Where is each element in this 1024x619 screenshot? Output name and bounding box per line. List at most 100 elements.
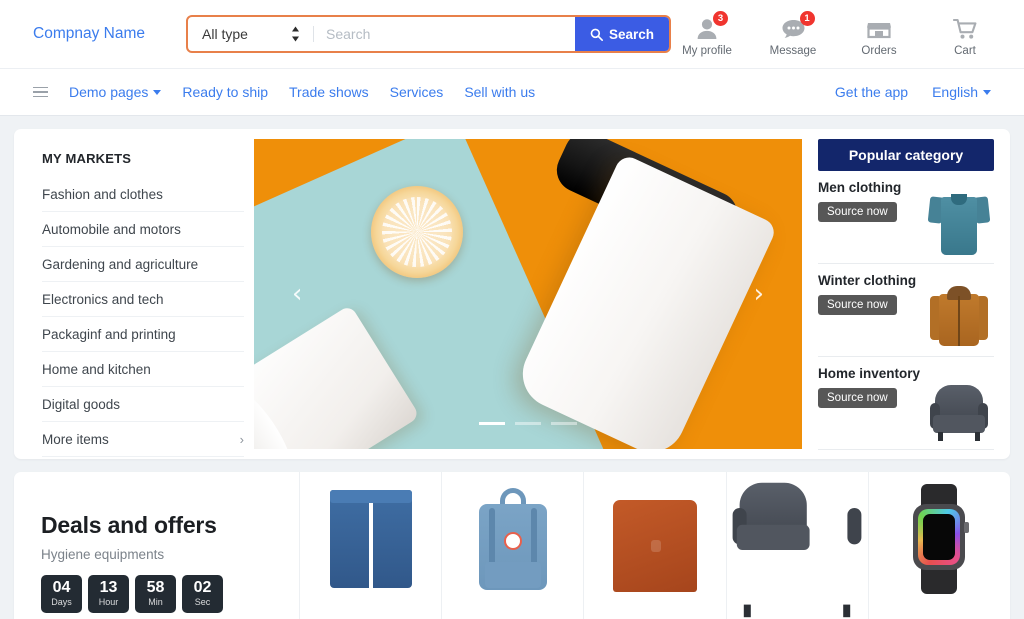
deals-info-panel: Deals and offers Hygiene equipments 04 D… — [14, 472, 300, 619]
my-profile-label: My profile — [682, 44, 732, 57]
countdown-seconds: 02 Sec — [182, 575, 223, 613]
popular-category-panel: Popular category Men clothing Source now… — [804, 139, 1000, 450]
nav-item-sell-with-us[interactable]: Sell with us — [464, 84, 535, 100]
market-item-gardening[interactable]: Gardening and agriculture — [42, 247, 244, 282]
search-type-select-holder: All type — [188, 17, 314, 51]
deal-item-shorts[interactable] — [300, 472, 443, 619]
carousel-next-button[interactable]: › — [754, 281, 764, 307]
countdown-seconds-value: 02 — [193, 579, 212, 596]
deals-title: Deals and offers — [41, 512, 217, 538]
source-now-button[interactable]: Source now — [818, 295, 897, 315]
nav-item-trade-shows[interactable]: Trade shows — [289, 84, 369, 100]
nav-item-get-the-app[interactable]: Get the app — [835, 84, 908, 100]
store-icon — [866, 16, 892, 42]
popular-item-home-inventory[interactable]: Home inventory Source now — [818, 357, 994, 450]
market-item-automobile[interactable]: Automobile and motors — [42, 212, 244, 247]
page-content: MY MARKETS Fashion and clothes Automobil… — [0, 116, 1024, 619]
search-input[interactable] — [314, 17, 575, 51]
my-profile-action[interactable]: 3 My profile — [676, 10, 738, 57]
search-button[interactable]: Search — [574, 17, 669, 51]
chevron-down-icon — [983, 89, 991, 95]
chevron-down-icon — [153, 89, 162, 95]
market-item-electronics[interactable]: Electronics and tech — [42, 282, 244, 317]
my-markets-sidebar: MY MARKETS Fashion and clothes Automobil… — [24, 139, 252, 457]
shopping-cart-icon — [952, 16, 978, 42]
nav-item-services[interactable]: Services — [390, 84, 444, 100]
market-item-home-kitchen[interactable]: Home and kitchen — [42, 352, 244, 387]
chat-bubble-icon: 1 — [781, 10, 815, 42]
popular-item-winter-clothing[interactable]: Winter clothing Source now — [818, 264, 994, 357]
orders-action[interactable]: Orders — [848, 12, 910, 57]
nav-item-label: Demo pages — [69, 84, 149, 100]
language-label: English — [932, 84, 978, 100]
deals-and-offers-section: Deals and offers Hygiene equipments 04 D… — [14, 472, 1010, 619]
countdown-seconds-unit: Sec — [194, 596, 211, 607]
countdown-minutes: 58 Min — [135, 575, 176, 613]
nav-left-group: Demo pages Ready to ship Trade shows Ser… — [33, 84, 535, 100]
countdown-timer: 04 Days 13 Hour 58 Min 02 Sec — [41, 575, 299, 613]
market-item-label: Electronics and tech — [42, 291, 164, 307]
market-item-more-items[interactable]: More items › — [42, 422, 244, 457]
deals-subtitle: Hygiene equipments — [41, 547, 165, 562]
deal-products-list — [300, 472, 1010, 619]
deal-item-armchair[interactable] — [727, 472, 869, 619]
market-item-label: Automobile and motors — [42, 221, 181, 237]
orders-label: Orders — [861, 44, 897, 57]
armchair-image — [928, 373, 990, 445]
popular-category-title: Popular category — [818, 139, 994, 171]
chevron-right-icon: › — [239, 431, 244, 447]
search-bar: All type Search — [186, 15, 671, 53]
market-item-fashion[interactable]: Fashion and clothes — [42, 177, 244, 212]
cart-action[interactable]: Cart — [934, 12, 996, 57]
user-icon: 3 — [695, 10, 728, 42]
countdown-days-unit: Days — [51, 596, 72, 607]
countdown-hours-value: 13 — [99, 579, 118, 596]
market-item-label: Packaginf and printing — [42, 326, 176, 342]
brand-logo[interactable]: Compnay Name — [16, 25, 186, 43]
hamburger-icon[interactable] — [33, 86, 48, 98]
language-selector[interactable]: English — [932, 84, 991, 100]
countdown-hours: 13 Hour — [88, 575, 129, 613]
denim-shorts-image — [323, 482, 419, 594]
countdown-days-value: 04 — [52, 579, 71, 596]
message-label: Message — [769, 44, 817, 57]
search-button-label: Search — [608, 26, 654, 42]
carousel-dot-1[interactable] — [479, 422, 505, 425]
polo-shirt-image — [927, 187, 991, 259]
carousel-dot-3[interactable] — [551, 422, 577, 425]
market-item-label: Home and kitchen — [42, 361, 151, 377]
deal-item-backpack[interactable] — [442, 472, 585, 619]
deal-item-smart-watch[interactable] — [869, 472, 1010, 619]
deal-item-laptop-case[interactable] — [584, 472, 727, 619]
countdown-days: 04 Days — [41, 575, 82, 613]
nav-item-demo-pages[interactable]: Demo pages — [69, 84, 162, 100]
top-header-bar: Compnay Name All type Search Search 3 My… — [0, 0, 1024, 68]
hero-section-card: MY MARKETS Fashion and clothes Automobil… — [14, 129, 1010, 459]
nav-right-group: Get the app English — [835, 84, 991, 100]
message-badge: 1 — [799, 10, 815, 26]
market-item-label: Gardening and agriculture — [42, 256, 199, 272]
laptop-case-image — [607, 482, 703, 594]
carousel-dot-2[interactable] — [515, 422, 541, 425]
carousel-prev-button[interactable]: ‹ — [292, 281, 302, 307]
popular-item-men-clothing[interactable]: Men clothing Source now — [818, 171, 994, 264]
market-item-digital-goods[interactable]: Digital goods — [42, 387, 244, 422]
gray-armchair-image — [732, 482, 862, 618]
carousel-pagination — [479, 422, 577, 425]
nav-item-ready-to-ship[interactable]: Ready to ship — [182, 84, 268, 100]
header-actions: 3 My profile 1 Message Orders Cart — [676, 10, 1008, 57]
market-item-label: More items — [42, 431, 109, 447]
hero-banner-image — [254, 139, 802, 449]
message-action[interactable]: 1 Message — [762, 10, 824, 57]
market-item-packaging[interactable]: Packaginf and printing — [42, 317, 244, 352]
winter-jacket-image — [928, 280, 990, 352]
search-icon — [590, 28, 603, 41]
cart-label: Cart — [954, 44, 976, 57]
source-now-button[interactable]: Source now — [818, 388, 897, 408]
search-type-select[interactable]: All type — [188, 26, 314, 42]
hero-carousel[interactable]: ‹ › — [254, 139, 802, 449]
market-item-label: Fashion and clothes — [42, 186, 163, 202]
countdown-hours-unit: Hour — [98, 596, 119, 607]
countdown-minutes-value: 58 — [146, 579, 165, 596]
source-now-button[interactable]: Source now — [818, 202, 897, 222]
